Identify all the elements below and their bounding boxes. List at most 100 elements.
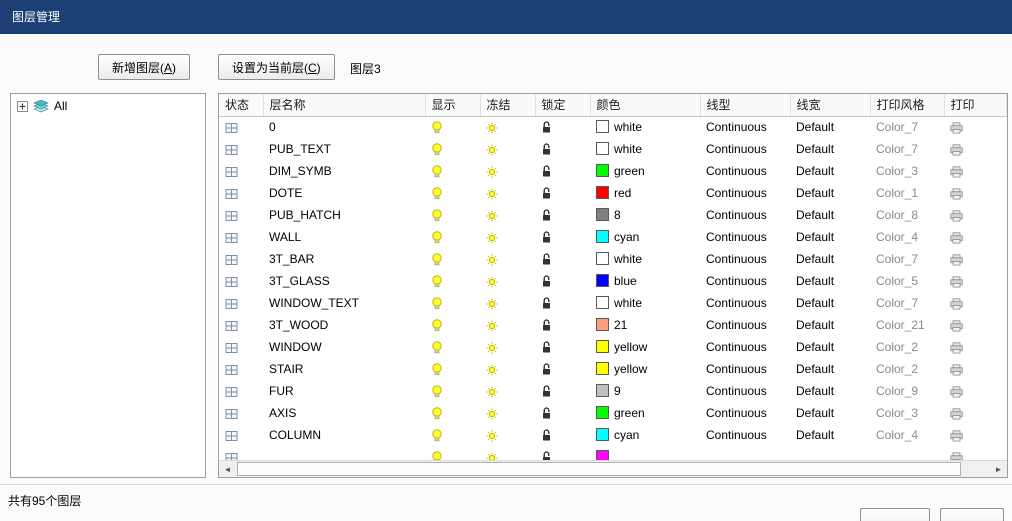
layer-lineweight[interactable]: Default (790, 380, 870, 402)
layer-linetype[interactable]: Continuous (700, 358, 790, 380)
layer-plot-style[interactable]: Color_8 (870, 204, 944, 226)
layer-color-cell[interactable]: green (590, 160, 700, 182)
set-current-layer-button[interactable]: 设置为当前层(C) (218, 54, 335, 80)
plot-cell[interactable] (944, 248, 1007, 270)
layer-lineweight[interactable]: Default (790, 424, 870, 446)
unlock-icon[interactable] (541, 318, 552, 332)
freeze-cell[interactable] (480, 204, 535, 226)
freeze-cell[interactable] (480, 424, 535, 446)
printer-icon[interactable] (950, 406, 963, 420)
unlock-icon[interactable] (541, 450, 552, 460)
color-swatch[interactable] (596, 450, 609, 460)
plot-cell[interactable] (944, 358, 1007, 380)
lock-cell[interactable] (535, 446, 590, 460)
lightbulb-on-icon[interactable] (431, 318, 443, 332)
visibility-cell[interactable] (425, 292, 480, 314)
lightbulb-on-icon[interactable] (431, 230, 443, 244)
layer-linetype[interactable]: Continuous (700, 380, 790, 402)
layer-name[interactable] (263, 446, 425, 460)
lightbulb-on-icon[interactable] (431, 186, 443, 200)
unlock-icon[interactable] (541, 142, 552, 156)
lock-cell[interactable] (535, 292, 590, 314)
layer-color-cell[interactable]: 9 (590, 380, 700, 402)
printer-icon[interactable] (950, 318, 963, 332)
layer-plot-style[interactable]: Color_3 (870, 160, 944, 182)
freeze-cell[interactable] (480, 380, 535, 402)
layer-lineweight[interactable]: Default (790, 138, 870, 160)
color-swatch[interactable] (596, 384, 609, 397)
lightbulb-on-icon[interactable] (431, 142, 443, 156)
sun-thaw-icon[interactable] (486, 252, 498, 266)
layer-color-cell[interactable]: 21 (590, 314, 700, 336)
unlock-icon[interactable] (541, 252, 552, 266)
layer-row[interactable]: DOTE (219, 182, 1007, 204)
sun-thaw-icon[interactable] (486, 428, 498, 442)
sun-thaw-icon[interactable] (486, 120, 498, 134)
lock-cell[interactable] (535, 116, 590, 138)
visibility-cell[interactable] (425, 270, 480, 292)
layer-row[interactable]: 3T_BAR (219, 248, 1007, 270)
layer-plot-style[interactable]: Color_9 (870, 380, 944, 402)
layer-linetype[interactable]: Continuous (700, 270, 790, 292)
layer-row[interactable]: PUB_HATCH (219, 204, 1007, 226)
layer-row[interactable]: FUR (219, 380, 1007, 402)
unlock-icon[interactable] (541, 406, 552, 420)
printer-icon[interactable] (950, 340, 963, 354)
layer-lineweight[interactable]: Default (790, 270, 870, 292)
col-header-lock[interactable]: 锁定 (535, 94, 590, 116)
layer-color-cell[interactable]: white (590, 138, 700, 160)
lightbulb-on-icon[interactable] (431, 362, 443, 376)
layer-plot-style[interactable]: Color_2 (870, 358, 944, 380)
sun-thaw-icon[interactable] (486, 384, 498, 398)
printer-icon[interactable] (950, 208, 963, 222)
layer-lineweight[interactable]: Default (790, 358, 870, 380)
layer-plot-style[interactable]: Color_7 (870, 116, 944, 138)
unlock-icon[interactable] (541, 296, 552, 310)
lightbulb-on-icon[interactable] (431, 340, 443, 354)
lock-cell[interactable] (535, 380, 590, 402)
layer-color-cell[interactable]: yellow (590, 358, 700, 380)
layer-color-cell[interactable]: cyan (590, 226, 700, 248)
layer-color-cell[interactable]: green (590, 402, 700, 424)
lock-cell[interactable] (535, 204, 590, 226)
visibility-cell[interactable] (425, 446, 480, 460)
visibility-cell[interactable] (425, 402, 480, 424)
sun-thaw-icon[interactable] (486, 296, 498, 310)
col-header-color[interactable]: 颜色 (590, 94, 700, 116)
layer-row[interactable]: WINDOW_TEXT (219, 292, 1007, 314)
layer-name[interactable]: PUB_TEXT (263, 138, 425, 160)
sun-thaw-icon[interactable] (486, 274, 498, 288)
layer-linetype[interactable]: Continuous (700, 160, 790, 182)
layer-name[interactable]: AXIS (263, 402, 425, 424)
lightbulb-on-icon[interactable] (431, 208, 443, 222)
layer-plot-style[interactable]: Color_4 (870, 226, 944, 248)
layer-color-cell[interactable]: blue (590, 270, 700, 292)
freeze-cell[interactable] (480, 446, 535, 460)
layer-plot-style[interactable]: Color_2 (870, 336, 944, 358)
layer-plot-style[interactable] (870, 446, 944, 460)
titlebar[interactable]: 图层管理 (0, 0, 1012, 34)
plot-cell[interactable] (944, 182, 1007, 204)
color-swatch[interactable] (596, 164, 609, 177)
layer-name[interactable]: 3T_WOOD (263, 314, 425, 336)
layer-linetype[interactable]: Continuous (700, 336, 790, 358)
layer-plot-style[interactable]: Color_21 (870, 314, 944, 336)
col-header-plot[interactable]: 打印 (944, 94, 1007, 116)
freeze-cell[interactable] (480, 116, 535, 138)
scrollbar-track[interactable] (236, 461, 990, 477)
layer-plot-style[interactable]: Color_7 (870, 292, 944, 314)
layer-color-cell[interactable]: white (590, 292, 700, 314)
printer-icon[interactable] (950, 296, 963, 310)
col-header-lineweight[interactable]: 线宽 (790, 94, 870, 116)
freeze-cell[interactable] (480, 336, 535, 358)
printer-icon[interactable] (950, 230, 963, 244)
lock-cell[interactable] (535, 182, 590, 204)
layer-linetype[interactable]: Continuous (700, 182, 790, 204)
layer-name[interactable]: DIM_SYMB (263, 160, 425, 182)
layer-linetype[interactable]: Continuous (700, 116, 790, 138)
printer-icon[interactable] (950, 252, 963, 266)
freeze-cell[interactable] (480, 138, 535, 160)
visibility-cell[interactable] (425, 138, 480, 160)
color-swatch[interactable] (596, 252, 609, 265)
layer-row[interactable]: COLUMN (219, 424, 1007, 446)
